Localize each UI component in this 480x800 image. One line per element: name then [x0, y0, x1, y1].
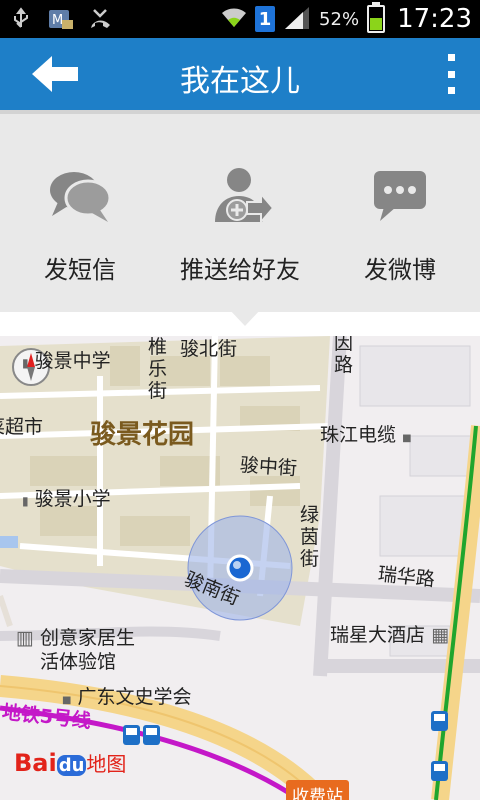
notification-icons: M	[8, 6, 114, 32]
page-title: 我在这儿	[180, 64, 300, 99]
poi-icon: ▮	[22, 356, 29, 370]
map-label-furniture: ▥ 创意家居生 活体验馆	[16, 627, 136, 673]
landmark-icon: ▥	[16, 627, 34, 649]
poi-icon: ▮	[22, 494, 29, 508]
mail-icon: M	[48, 6, 74, 32]
map-label-garden: 骏景花园	[90, 420, 195, 450]
map-label-road-a: 椎乐街	[148, 336, 168, 402]
share-weibo-button[interactable]: 发微博	[325, 164, 475, 285]
menu-dot-icon	[447, 70, 455, 78]
signal-icon	[283, 5, 311, 33]
battery-percent: 52%	[319, 8, 360, 30]
microblog-icon	[374, 171, 426, 221]
hotel-icon: ▦	[431, 624, 450, 646]
status-bar: M 1 52% 17:23	[0, 0, 480, 38]
baidu-logo: Bai du 地图	[14, 749, 127, 777]
battery-icon	[367, 2, 386, 33]
map-label-hotel: 瑞星大酒店 ▦	[330, 624, 450, 646]
map-label-road-north: 骏北街	[180, 338, 238, 360]
share-panel: 发短信 推送给好友 发微博	[0, 110, 480, 312]
share-friend-label: 推送给好友	[180, 256, 300, 284]
map-label-road-b: 因路	[334, 336, 354, 376]
map-view[interactable]: ▮ 骏景中学 椎乐街 骏北街 因路 菜超市 骏景花园 珠江电缆 ■ 骏中街 ▮ …	[0, 336, 480, 800]
share-sms-button[interactable]: 发短信	[5, 164, 155, 285]
user-share-icon	[215, 168, 273, 225]
svg-text:M: M	[52, 13, 63, 28]
sim-badge: 1	[255, 6, 276, 32]
map-label-supermarket: 菜超市	[0, 416, 44, 438]
map-label-toll: 收费站	[286, 780, 349, 800]
chat-bubbles-icon	[50, 172, 112, 222]
menu-dot-icon	[447, 87, 455, 94]
system-icons: 1 52% 17:23	[221, 2, 472, 35]
wifi-icon	[221, 5, 247, 33]
map-label-primary-school: ▮ 骏景小学	[22, 488, 111, 510]
map-label-school: ▮ 骏景中学	[22, 350, 111, 372]
app-bar: 我在这儿	[0, 38, 480, 110]
overflow-menu-button[interactable]	[444, 54, 458, 94]
share-friend-button[interactable]: 推送给好友	[165, 164, 315, 285]
map-label-road-rh: 瑞华路	[376, 563, 436, 591]
clock: 17:23	[397, 4, 472, 34]
map-label-road-green: 绿茵街	[300, 504, 320, 570]
map-label-cable: 珠江电缆 ■	[320, 424, 412, 446]
usb-icon	[8, 6, 34, 32]
poi-icon: ■	[402, 433, 412, 444]
share-sms-label: 发短信	[44, 256, 116, 284]
panel-pointer	[228, 308, 262, 326]
map-label-road-mid: 骏中街	[239, 454, 298, 480]
menu-dot-icon	[447, 54, 455, 61]
missed-call-icon	[88, 6, 114, 32]
share-weibo-label: 发微博	[364, 256, 436, 284]
